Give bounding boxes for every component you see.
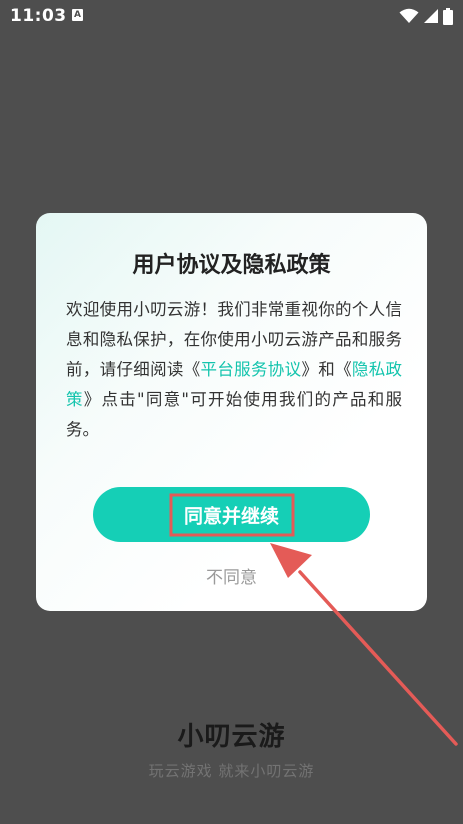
notification-a-icon: A bbox=[72, 9, 83, 21]
body-text-mid: 》和《 bbox=[301, 360, 352, 379]
agree-button-label: 同意并继续 bbox=[168, 493, 295, 536]
battery-icon bbox=[443, 7, 453, 25]
status-icons bbox=[399, 7, 453, 25]
signal-icon bbox=[424, 9, 438, 23]
dialog-body: 欢迎使用小叨云游！我们非常重视你的个人信息和隐私保护，在你使用小叨云游产品和服务… bbox=[66, 295, 402, 445]
body-text-suffix: 》点击"同意"可开始使用我们的产品和服务。 bbox=[66, 390, 403, 439]
status-time: 11:03 bbox=[10, 6, 67, 26]
brand-slogan: 玩云游戏 就来小叨云游 bbox=[148, 762, 315, 780]
service-agreement-link[interactable]: 平台服务协议 bbox=[201, 360, 302, 379]
dialog-title: 用户协议及隐私政策 bbox=[132, 253, 331, 278]
privacy-dialog: 用户协议及隐私政策 欢迎使用小叨云游！我们非常重视你的个人信息和隐私保护，在你使… bbox=[36, 213, 427, 611]
brand-name: 小叨云游 bbox=[177, 722, 286, 752]
wifi-icon bbox=[399, 8, 419, 23]
status-bar: 11:03 A bbox=[0, 0, 463, 32]
agree-continue-button[interactable]: 同意并继续 bbox=[93, 487, 370, 542]
disagree-button[interactable]: 不同意 bbox=[36, 563, 427, 588]
